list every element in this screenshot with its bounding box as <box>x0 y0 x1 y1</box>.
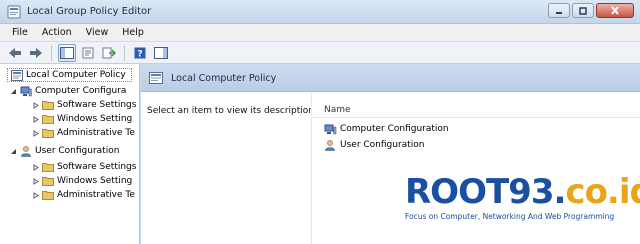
forward-arrow-icon <box>30 47 42 58</box>
toolbar: ? <box>0 42 640 64</box>
list-item-user-configuration[interactable]: User Configuration <box>324 138 424 152</box>
collapsed-arrow-icon[interactable] <box>30 190 40 200</box>
menu-bar: File Action View Help <box>0 24 640 42</box>
show-action-pane-button[interactable] <box>152 44 170 62</box>
tree-item-user-software-settings[interactable]: Software Settings <box>30 160 138 174</box>
folder-icon <box>42 189 54 201</box>
back-arrow-icon <box>9 47 21 58</box>
watermark-brand: ROOT93.co.id <box>405 172 640 212</box>
close-button[interactable] <box>596 3 634 18</box>
close-icon <box>611 6 619 15</box>
maximize-icon <box>579 6 587 15</box>
tree-item-user-windows-settings[interactable]: Windows Setting <box>30 174 138 188</box>
console-tree: Local Computer Policy Computer Configura… <box>0 64 140 244</box>
user-icon <box>324 139 337 151</box>
console-tree-icon <box>60 46 74 59</box>
window-controls <box>548 3 634 18</box>
help-icon: ? <box>134 47 146 59</box>
user-icon <box>20 145 32 157</box>
maximize-button[interactable] <box>572 3 594 18</box>
window-title: Local Group Policy Editor <box>27 6 152 17</box>
tree-item-local-computer-policy[interactable]: Local Computer Policy <box>7 68 132 82</box>
properties-icon <box>82 47 94 58</box>
action-pane-icon <box>154 46 168 59</box>
details-title: Local Computer Policy <box>171 73 277 84</box>
menu-help[interactable]: Help <box>115 27 151 38</box>
help-button[interactable]: ? <box>131 44 149 62</box>
menu-file[interactable]: File <box>5 27 35 38</box>
column-header-name[interactable]: Name <box>312 102 640 118</box>
export-list-icon <box>102 47 116 58</box>
back-button[interactable] <box>6 44 24 62</box>
expanded-arrow-icon[interactable] <box>8 146 18 156</box>
tree-item-user-administrative-templates[interactable]: Administrative Te <box>30 188 138 202</box>
collapsed-arrow-icon[interactable] <box>30 128 40 138</box>
computer-icon <box>324 123 337 135</box>
expanded-arrow-icon[interactable] <box>8 86 18 96</box>
tree-item-administrative-templates[interactable]: Administrative Te <box>30 126 138 140</box>
folder-icon <box>42 127 54 139</box>
tree-item-user-configuration[interactable]: User Configuration <box>8 144 138 158</box>
tree-item-computer-configuration[interactable]: Computer Configura <box>8 84 138 98</box>
collapsed-arrow-icon[interactable] <box>30 114 40 124</box>
watermark-logo: ROOT93.co.id Focus on Computer, Networki… <box>405 172 640 242</box>
show-hide-tree-button[interactable] <box>58 43 76 62</box>
folder-icon <box>42 175 54 187</box>
description-text: Select an item to view its description. <box>147 106 317 116</box>
toolbar-separator <box>51 44 52 61</box>
collapsed-arrow-icon[interactable] <box>30 176 40 186</box>
folder-icon <box>42 99 54 111</box>
list-item-computer-configuration[interactable]: Computer Configuration <box>324 122 449 136</box>
title-bar: Local Group Policy Editor <box>0 0 640 24</box>
policy-icon <box>149 72 163 84</box>
policy-icon <box>11 69 23 81</box>
minimize-icon <box>556 11 562 14</box>
svg-text:?: ? <box>137 49 142 59</box>
menu-view[interactable]: View <box>79 27 116 38</box>
details-header: Local Computer Policy <box>141 64 640 92</box>
properties-button[interactable] <box>79 44 97 62</box>
folder-icon <box>42 161 54 173</box>
forward-button[interactable] <box>27 44 45 62</box>
collapsed-arrow-icon[interactable] <box>30 100 40 110</box>
tree-item-windows-settings[interactable]: Windows Setting <box>30 112 138 126</box>
computer-icon <box>20 85 32 97</box>
export-list-button[interactable] <box>100 44 118 62</box>
menu-action[interactable]: Action <box>35 27 79 38</box>
column-name-label: Name <box>324 105 351 115</box>
group-policy-icon <box>7 5 21 19</box>
minimize-button[interactable] <box>548 3 570 18</box>
folder-icon <box>42 113 54 125</box>
tree-item-software-settings[interactable]: Software Settings <box>30 98 138 112</box>
collapsed-arrow-icon[interactable] <box>30 162 40 172</box>
watermark-tagline: Focus on Computer, Networking And Web Pr… <box>405 212 615 221</box>
toolbar-separator <box>124 44 125 61</box>
